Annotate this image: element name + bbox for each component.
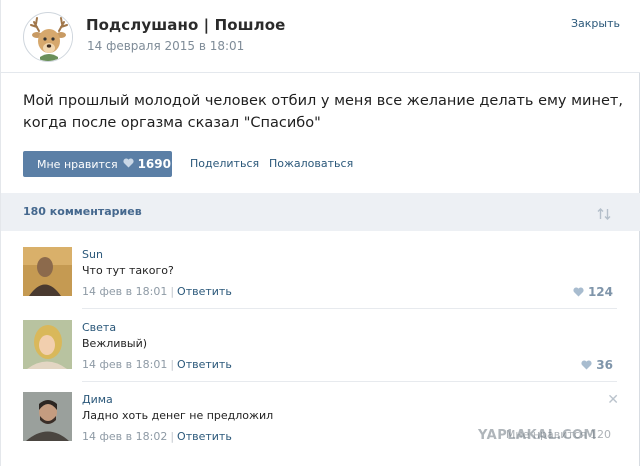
- separator: |: [170, 430, 175, 443]
- post-text-line: когда после оргазма сказал "Спасибо": [23, 115, 321, 131]
- comment-divider: [82, 381, 617, 382]
- comment-date[interactable]: 14 фев в 18:02: [82, 430, 167, 443]
- heart-icon: [573, 287, 584, 297]
- comment-text: Вежливый): [82, 337, 148, 350]
- header-divider: [1, 72, 640, 73]
- reply-link[interactable]: Ответить: [177, 358, 232, 371]
- separator: |: [170, 358, 175, 371]
- deer-logo-icon: [25, 14, 72, 61]
- comment-text: Что тут такого?: [82, 264, 174, 277]
- heart-icon: [581, 360, 592, 370]
- comment-like-button[interactable]: 124: [573, 285, 613, 299]
- avatar[interactable]: [23, 247, 72, 296]
- comment-author[interactable]: Sun: [82, 248, 103, 261]
- post-header: Подслушано | Пошлое 14 февраля 2015 в 18…: [1, 0, 640, 72]
- post-window: Подслушано | Пошлое 14 февраля 2015 в 18…: [0, 0, 640, 466]
- reply-link[interactable]: Ответить: [177, 285, 232, 298]
- comment-text: Ладно хоть денег не предложил: [82, 409, 274, 422]
- heart-icon: [123, 157, 134, 171]
- watermark: YAPLAKAL.COM: [478, 428, 597, 443]
- comment-meta: 14 фев в 18:01 | Ответить: [82, 358, 232, 371]
- close-button[interactable]: Закрыть: [571, 17, 620, 30]
- comment-date[interactable]: 14 фев в 18:01: [82, 285, 167, 298]
- comment-author[interactable]: Света: [82, 321, 116, 334]
- comment-date[interactable]: 14 фев в 18:01: [82, 358, 167, 371]
- group-avatar[interactable]: [23, 12, 73, 62]
- comment-author[interactable]: Дима: [82, 393, 113, 406]
- reply-link[interactable]: Ответить: [177, 430, 232, 443]
- comment-like-count: 124: [587, 285, 613, 299]
- comment-meta: 14 фев в 18:02 | Ответить: [82, 430, 232, 443]
- group-name[interactable]: Подслушано | Пошлое: [86, 16, 285, 34]
- like-button[interactable]: Мне нравится 1690: [23, 151, 172, 177]
- avatar[interactable]: [23, 392, 72, 441]
- report-link[interactable]: Пожаловаться: [269, 157, 353, 170]
- post-date[interactable]: 14 февраля 2015 в 18:01: [87, 39, 244, 53]
- share-link[interactable]: Поделиться: [190, 157, 259, 170]
- sort-arrows-icon[interactable]: [597, 205, 611, 224]
- comments-header: 180 комментариев: [1, 193, 640, 231]
- like-count: 1690: [137, 157, 171, 171]
- comment-like-count: 36: [596, 358, 613, 372]
- comment-divider: [82, 308, 617, 309]
- comments-count[interactable]: 180 комментариев: [23, 205, 142, 218]
- avatar[interactable]: [23, 320, 72, 369]
- post-text: Мой прошлый молодой человек отбил у меня…: [23, 90, 623, 134]
- post-text-line: Мой прошлый молодой человек отбил у меня…: [23, 93, 623, 109]
- delete-comment-icon[interactable]: ✕: [607, 392, 619, 408]
- comment-meta: 14 фев в 18:01 | Ответить: [82, 285, 232, 298]
- separator: |: [170, 285, 175, 298]
- comment-like-button[interactable]: 36: [581, 358, 613, 372]
- like-label: Мне нравится: [37, 157, 118, 171]
